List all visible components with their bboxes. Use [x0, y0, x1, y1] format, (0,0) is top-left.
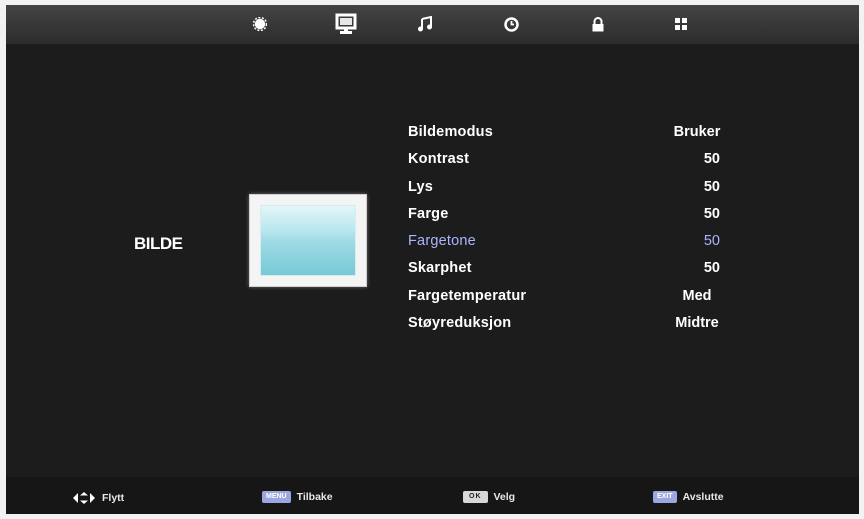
menu-title: BILDE	[134, 234, 183, 253]
setting-label: Bildemodus	[408, 124, 493, 140]
hint-move-label: Flytt	[102, 492, 125, 504]
setting-value: 50	[703, 233, 720, 250]
setting-value: 50	[703, 151, 720, 168]
setting-value: 50	[703, 260, 720, 277]
clock-icon	[503, 16, 519, 32]
tab-apps[interactable]	[666, 8, 696, 40]
tab-picture[interactable]	[331, 8, 361, 40]
grid-icon	[675, 18, 687, 30]
ok-key-badge: OK	[463, 491, 488, 503]
tab-lock[interactable]	[583, 8, 613, 40]
setting-value: 50	[703, 205, 720, 222]
setting-row-noise-reduction[interactable]: Støyreduksjon Midtre	[406, 311, 756, 338]
hint-back-label: Tilbake	[296, 491, 333, 503]
menu-tab-bar	[6, 5, 859, 44]
setting-row-tint[interactable]: Fargetone 50	[406, 229, 756, 256]
exit-key-badge: EXIT	[653, 491, 677, 503]
picture-preview-icon	[249, 194, 367, 287]
hint-exit: EXIT Avslutte	[653, 491, 724, 503]
setting-value: Med	[682, 287, 712, 304]
setting-row-color-temperature[interactable]: Fargetemperatur Med	[406, 284, 756, 311]
setting-label: Fargetone	[408, 233, 476, 250]
hint-exit-label: Avslutte	[682, 491, 724, 503]
hint-bar: Flytt MENU Tilbake OK Velg EXIT Avslutte	[6, 477, 859, 514]
monitor-icon	[335, 13, 357, 34]
setting-label: Støyreduksjon	[408, 315, 512, 332]
hint-back: MENU Tilbake	[262, 491, 333, 503]
setting-label: Lys	[408, 178, 434, 195]
setting-row-brightness[interactable]: Lys 50	[406, 175, 756, 202]
tab-sound[interactable]	[410, 8, 440, 40]
preview-screen	[260, 205, 356, 276]
menu-key-badge: MENU	[262, 491, 291, 503]
hint-move: Flytt	[72, 491, 124, 505]
lock-icon	[592, 16, 604, 31]
setting-value: Midtre	[675, 315, 719, 332]
music-note-icon	[418, 16, 432, 32]
setting-value: 50	[703, 178, 720, 195]
setting-value: Bruker	[673, 124, 721, 140]
setting-label: Farge	[408, 205, 449, 222]
setting-row-picture-mode[interactable]: Bildemodus Bruker	[406, 120, 756, 147]
setting-row-sharpness[interactable]: Skarphet 50	[406, 256, 756, 283]
setting-row-contrast[interactable]: Kontrast 50	[406, 147, 756, 174]
settings-list: Bildemodus Bruker Kontrast 50 Lys 50 Far…	[406, 120, 756, 338]
tv-screen: BILDE Bildemodus Bruker Kontrast 50 Lys …	[6, 5, 859, 514]
tab-setup[interactable]	[245, 8, 275, 40]
hint-select: OK Velg	[463, 491, 515, 503]
tab-time[interactable]	[496, 8, 526, 40]
directional-arrows-icon	[73, 492, 95, 504]
setting-row-color[interactable]: Farge 50	[406, 202, 756, 229]
setting-label: Skarphet	[408, 260, 472, 277]
gear-icon	[253, 17, 267, 31]
setting-label: Kontrast	[408, 151, 470, 168]
setting-label: Fargetemperatur	[408, 287, 527, 304]
hint-select-label: Velg	[493, 491, 516, 503]
